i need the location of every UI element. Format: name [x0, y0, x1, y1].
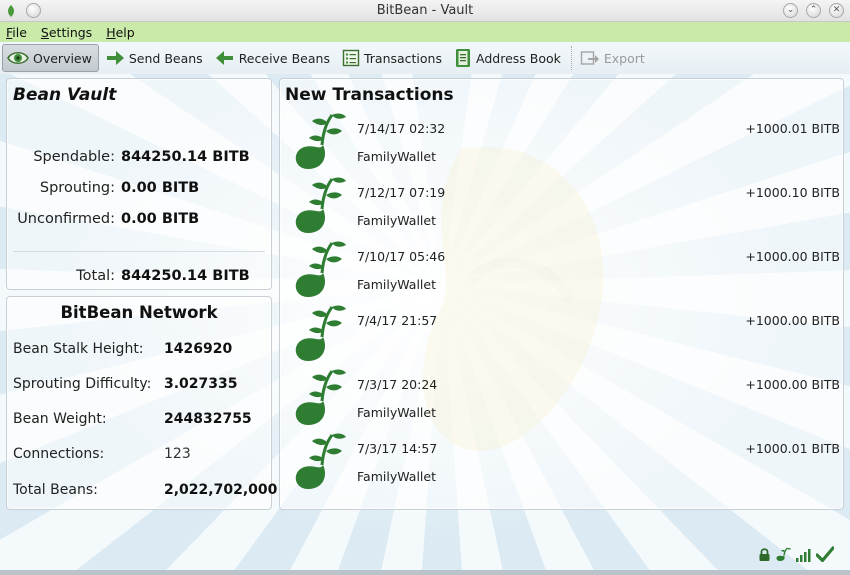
overview-button[interactable]: Overview — [2, 44, 99, 72]
title-bar: BitBean - Vault ⌄ ⌃ ✕ — [0, 0, 850, 22]
sprouting-difficulty-label: Sprouting Difficulty: — [13, 376, 152, 392]
window-title: BitBean - Vault — [376, 3, 474, 18]
transactions-panel: New Transactions 7/14/17 02:32 +1000.01 … — [279, 78, 844, 510]
menu-bar: File Settings Help — [0, 22, 850, 42]
address-book-button[interactable]: Address Book — [450, 44, 567, 72]
network-panel: BitBean Network Bean Stalk Height: 14269… — [6, 296, 277, 510]
bean-vault-panel: Bean Vault Spendable: 844250.14 BITB Spr… — [6, 78, 272, 290]
eye-icon — [7, 52, 29, 64]
status-bar — [758, 546, 834, 562]
transaction-amount: +1000.01 BITB — [745, 441, 840, 456]
receive-beans-button[interactable]: Receive Beans — [211, 44, 336, 72]
lock-icon[interactable] — [758, 547, 771, 562]
toolbar-separator — [570, 46, 572, 70]
transaction-date: 7/3/17 14:57 — [357, 441, 438, 456]
transaction-label: FamilyWallet — [357, 469, 436, 484]
sprout-icon — [295, 433, 346, 489]
transaction-date: 7/14/17 02:32 — [357, 121, 446, 136]
connections-label: Connections: — [13, 446, 105, 462]
list-icon — [342, 49, 360, 67]
export-label: Export — [603, 50, 645, 66]
transaction-label: FamilyWallet — [357, 213, 436, 228]
spendable-label: Spendable: — [33, 149, 115, 165]
transaction-row[interactable]: 7/14/17 02:32 +1000.01 BITB FamilyWallet — [280, 113, 843, 179]
book-icon — [456, 49, 470, 67]
app-logo-icon — [8, 4, 14, 17]
total-value: 844250.14 BITB — [121, 268, 250, 284]
transaction-row[interactable]: 7/12/17 07:19 +1000.10 BITB FamilyWallet — [280, 177, 843, 243]
stalk-height-label: Bean Stalk Height: — [13, 341, 144, 357]
menu-file[interactable]: File — [6, 25, 27, 40]
export-icon — [580, 51, 599, 65]
spendable-value: 844250.14 BITB — [121, 149, 250, 165]
total-beans-label: Total Beans: — [13, 482, 98, 498]
window-menu-button[interactable] — [26, 3, 41, 18]
bean-weight-label: Bean Weight: — [13, 411, 107, 427]
send-beans-label: Send Beans — [128, 50, 203, 66]
transaction-row[interactable]: 7/3/17 14:57 +1000.01 BITB FamilyWallet — [280, 433, 843, 499]
transaction-date: 7/12/17 07:19 — [357, 185, 446, 200]
address-book-label: Address Book — [476, 50, 561, 66]
transactions-label: Transactions — [363, 50, 442, 66]
transaction-amount: +1000.10 BITB — [745, 185, 840, 200]
close-button[interactable]: ✕ — [829, 3, 844, 18]
bean-weight-value: 244832755 — [164, 411, 252, 427]
checkmark-icon[interactable] — [816, 546, 834, 562]
send-beans-button[interactable]: Send Beans — [101, 44, 209, 72]
bean-vault-title: Bean Vault — [13, 85, 117, 105]
minimize-button[interactable]: ⌄ — [783, 3, 798, 18]
transaction-label: FamilyWallet — [357, 277, 436, 292]
total-beans-value: 2,022,702,000 — [164, 482, 278, 498]
total-label: Total: — [76, 268, 115, 284]
arrow-left-icon — [215, 51, 233, 65]
maximize-button[interactable]: ⌃ — [806, 3, 821, 18]
toolbar: Overview Send Beans Receive Beans Transa… — [0, 42, 850, 74]
sprout-icon — [295, 305, 346, 361]
transaction-amount: +1000.00 BITB — [745, 377, 840, 392]
network-title: BitBean Network — [60, 303, 218, 322]
sprouting-difficulty-value: 3.027335 — [164, 376, 238, 392]
signal-bars-icon[interactable] — [795, 547, 812, 562]
export-button[interactable]: Export — [576, 44, 651, 72]
menu-help[interactable]: Help — [106, 25, 135, 40]
transactions-button[interactable]: Transactions — [338, 44, 448, 72]
transaction-amount: +1000.00 BITB — [745, 313, 840, 328]
unconfirmed-label: Unconfirmed: — [17, 211, 115, 227]
transaction-amount: +1000.01 BITB — [745, 121, 840, 136]
unconfirmed-value: 0.00 BITB — [121, 211, 200, 227]
menu-settings[interactable]: Settings — [41, 25, 92, 40]
sprout-icon — [295, 369, 346, 425]
connections-value: 123 — [164, 446, 191, 462]
transaction-row[interactable]: 7/3/17 20:24 +1000.00 BITB FamilyWallet — [280, 369, 843, 435]
vault-divider — [13, 251, 265, 252]
transactions-title: New Transactions — [285, 85, 454, 105]
receive-beans-label: Receive Beans — [238, 50, 330, 66]
transaction-amount: +1000.00 BITB — [745, 249, 840, 264]
sprout-icon — [295, 177, 346, 233]
transaction-label: FamilyWallet — [357, 149, 436, 164]
transaction-label: FamilyWallet — [357, 405, 436, 420]
sprout-status-icon[interactable] — [775, 547, 791, 562]
transaction-date: 7/4/17 21:57 — [357, 313, 438, 328]
window-bottom-edge — [0, 570, 850, 575]
sprout-icon — [295, 113, 346, 169]
sprouting-value: 0.00 BITB — [121, 180, 200, 196]
transaction-date: 7/3/17 20:24 — [357, 377, 438, 392]
arrow-right-icon — [106, 51, 124, 65]
sprouting-label: Sprouting: — [39, 180, 115, 196]
transaction-row[interactable]: 7/4/17 21:57 +1000.00 BITB — [280, 305, 843, 371]
overview-label: Overview — [33, 50, 92, 66]
transaction-row[interactable]: 7/10/17 05:46 +1000.00 BITB FamilyWallet — [280, 241, 843, 307]
stalk-height-value: 1426920 — [164, 341, 233, 357]
transaction-date: 7/10/17 05:46 — [357, 249, 446, 264]
sprout-icon — [295, 241, 346, 297]
